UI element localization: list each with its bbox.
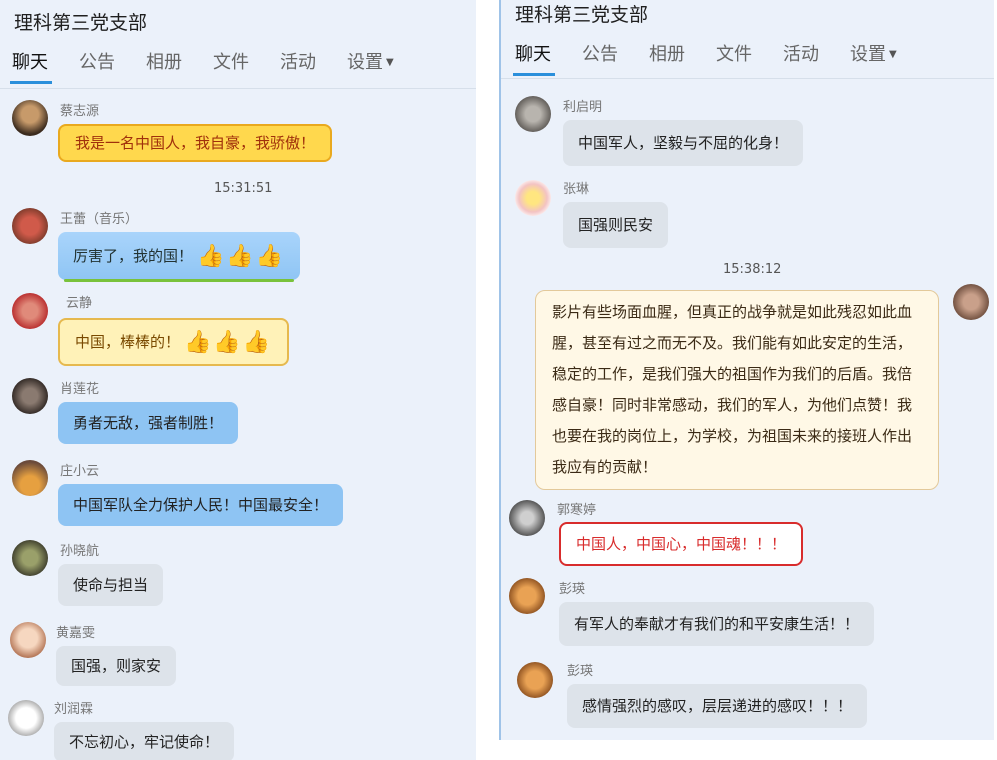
tab-settings-label: 设置	[850, 44, 886, 65]
message-bubble: 有军人的奉献才有我们的和平安康生活！！	[559, 602, 875, 646]
timestamp: 15:31:51	[214, 181, 273, 196]
tab-files[interactable]: 文件	[716, 40, 752, 76]
sender-name: 肖莲花	[60, 382, 100, 397]
message-bubble: 勇者无敌，强者制胜！	[58, 402, 239, 444]
avatar[interactable]	[517, 662, 553, 698]
tab-album[interactable]: 相册	[146, 48, 182, 84]
divider	[501, 78, 994, 79]
group-title: 理科第三党支部	[14, 12, 148, 34]
avatar[interactable]	[515, 180, 551, 216]
tab-chat[interactable]: 聊天	[513, 40, 555, 76]
tab-files[interactable]: 文件	[213, 48, 249, 84]
avatar[interactable]	[509, 500, 545, 536]
avatar[interactable]	[12, 540, 48, 576]
avatar[interactable]	[12, 293, 48, 329]
tab-settings-label: 设置	[347, 52, 383, 73]
message-bubble: 影片有些场面血腥，但真正的战争就是如此残忍如此血腥，甚至有过之而无不及。我们能有…	[535, 290, 939, 490]
message-bubble: 中国，棒棒的！ 👍👍👍	[58, 318, 290, 366]
message-bubble: 国强则民安	[563, 202, 669, 248]
tab-activity[interactable]: 活动	[783, 40, 819, 76]
tab-settings[interactable]: 设置 ▼	[850, 40, 897, 76]
avatar[interactable]	[8, 700, 44, 736]
tab-bar: 聊天 公告 相册 文件 活动 设置 ▼	[513, 40, 928, 76]
avatar[interactable]	[509, 578, 545, 614]
message-bubble: 我是一名中国人，我自豪，我骄傲！	[58, 124, 333, 162]
avatar[interactable]	[12, 378, 48, 414]
message-text: 中国，棒棒的！	[75, 333, 181, 351]
message-bubble: 不忘初心，牢记使命！	[54, 722, 235, 760]
avatar[interactable]	[515, 96, 551, 132]
sender-name: 刘润霖	[54, 702, 94, 717]
caret-down-icon: ▼	[386, 57, 394, 68]
group-title: 理科第三党支部	[515, 4, 649, 26]
tab-announcement[interactable]: 公告	[582, 40, 618, 76]
tab-bar: 聊天 公告 相册 文件 活动 设置 ▼	[10, 48, 425, 84]
tab-announcement[interactable]: 公告	[79, 48, 115, 84]
tab-settings[interactable]: 设置 ▼	[347, 48, 394, 84]
sender-name: 黄嘉雯	[56, 626, 96, 641]
caret-down-icon: ▼	[889, 49, 897, 60]
chat-panel-left: 理科第三党支部 聊天 公告 相册 文件 活动 设置 ▼ 蔡志源 我是一名中国人，我…	[0, 0, 476, 760]
avatar[interactable]	[12, 208, 48, 244]
message-text: 厉害了，我的国！	[73, 247, 194, 265]
sender-name: 云静	[66, 296, 93, 311]
tab-chat[interactable]: 聊天	[10, 48, 52, 84]
message-bubble: 中国人，中国心，中国魂！！！	[559, 522, 804, 566]
sender-name: 庄小云	[60, 464, 100, 479]
sender-name: 郭寒婷	[557, 503, 597, 518]
sender-name: 蔡志源	[60, 104, 100, 119]
tab-activity[interactable]: 活动	[280, 48, 316, 84]
avatar[interactable]	[12, 460, 48, 496]
tab-album[interactable]: 相册	[649, 40, 685, 76]
thumbs-up-icon: 👍👍👍	[197, 244, 286, 269]
message-bubble: 中国军人，坚毅与不屈的化身！	[563, 120, 804, 166]
sender-name: 彭瑛	[567, 664, 594, 679]
sender-name: 彭瑛	[559, 582, 586, 597]
thumbs-up-icon: 👍👍👍	[184, 330, 273, 355]
message-bubble: 国强，则家安	[56, 646, 177, 686]
sender-name: 王蕾（音乐）	[60, 212, 139, 227]
message-bubble: 厉害了，我的国！ 👍👍👍	[58, 232, 301, 282]
sender-name: 孙晓航	[60, 544, 100, 559]
avatar[interactable]	[10, 622, 46, 658]
chat-panel-right: 理科第三党支部 聊天 公告 相册 文件 活动 设置 ▼ 利启明 中国军人，坚毅与不…	[499, 0, 994, 740]
message-bubble: 使命与担当	[58, 564, 164, 606]
message-bubble: 中国军队全力保护人民！中国最安全！	[58, 484, 344, 526]
avatar[interactable]	[953, 284, 989, 320]
timestamp: 15:38:12	[723, 262, 782, 277]
bubble-underline	[64, 279, 295, 282]
divider	[0, 88, 476, 89]
avatar[interactable]	[12, 100, 48, 136]
sender-name: 张琳	[563, 182, 590, 197]
message-bubble: 感情强烈的感叹，层层递进的感叹！！！	[567, 684, 868, 728]
sender-name: 利启明	[563, 100, 603, 115]
